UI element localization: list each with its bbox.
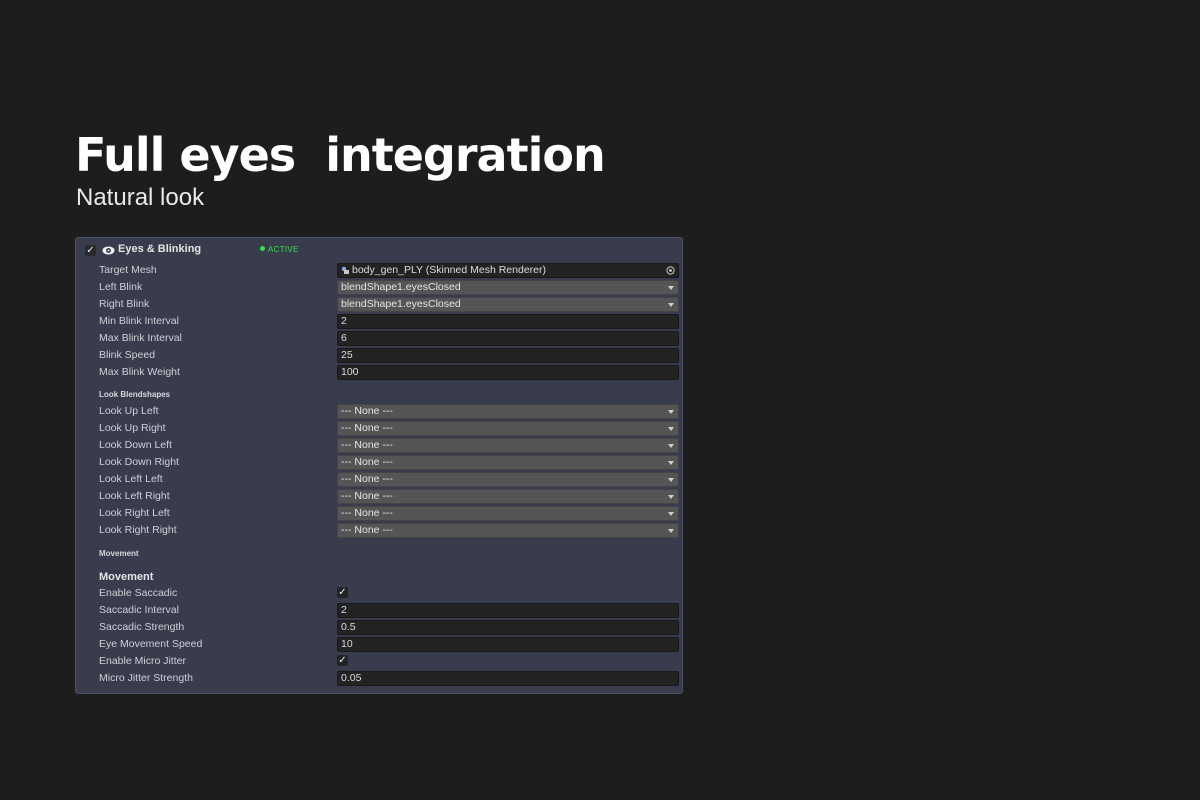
row-look-right-left: Look Right Left --- None ---	[76, 505, 682, 522]
hero-title: Full eyes integration	[75, 128, 606, 182]
row-max-blink-weight: Max Blink Weight 100	[76, 364, 682, 381]
dropdown-value: --- None ---	[341, 456, 393, 468]
row-label: Max Blink Interval	[99, 332, 182, 344]
blink-speed-input[interactable]: 25	[337, 348, 679, 363]
look-right-left-dropdown[interactable]: --- None ---	[337, 506, 679, 521]
component-enabled-checkbox[interactable]: ✓	[85, 245, 96, 256]
chevron-down-icon	[668, 444, 674, 448]
eyes-blinking-panel: ✓ Eyes & Blinking ACTIVE Target Mesh bod…	[75, 237, 683, 694]
row-enable-saccadic: Enable Saccadic ✓	[76, 585, 682, 602]
row-look-left-right: Look Left Right --- None ---	[76, 488, 682, 505]
row-max-blink-interval: Max Blink Interval 6	[76, 330, 682, 347]
status-dot-icon	[260, 246, 265, 251]
eye-icon	[102, 246, 115, 255]
look-down-right-dropdown[interactable]: --- None ---	[337, 455, 679, 470]
target-mesh-value: body_gen_PLY (Skinned Mesh Renderer)	[352, 264, 546, 276]
row-label: Look Down Right	[99, 456, 179, 468]
saccadic-interval-input[interactable]: 2	[337, 603, 679, 618]
row-label: Look Up Left	[99, 405, 159, 417]
chevron-down-icon	[668, 427, 674, 431]
panel-header: ✓ Eyes & Blinking ACTIVE	[76, 238, 682, 263]
chevron-down-icon	[668, 461, 674, 465]
row-right-blink: Right Blink blendShape1.eyesClosed	[76, 296, 682, 313]
look-up-left-dropdown[interactable]: --- None ---	[337, 404, 679, 419]
row-label: Blink Speed	[99, 349, 156, 361]
dropdown-value: --- None ---	[341, 439, 393, 451]
row-min-blink-interval: Min Blink Interval 2	[76, 313, 682, 330]
chevron-down-icon	[668, 512, 674, 516]
row-label: Min Blink Interval	[99, 315, 179, 327]
max-blink-weight-input[interactable]: 100	[337, 365, 679, 380]
row-label: Enable Saccadic	[99, 587, 178, 599]
row-look-down-right: Look Down Right --- None ---	[76, 454, 682, 471]
row-label: Eye Movement Speed	[99, 638, 203, 650]
row-label: Look Left Left	[99, 473, 163, 485]
status-badge: ACTIVE	[260, 245, 299, 254]
object-picker-icon[interactable]	[666, 266, 675, 275]
dropdown-value: --- None ---	[341, 473, 393, 485]
row-label: Right Blink	[99, 298, 150, 310]
left-blink-dropdown[interactable]: blendShape1.eyesClosed	[337, 280, 679, 295]
chevron-down-icon	[668, 478, 674, 482]
row-label: Look Left Right	[99, 490, 170, 502]
look-right-right-dropdown[interactable]: --- None ---	[337, 523, 679, 538]
row-look-up-left: Look Up Left --- None ---	[76, 403, 682, 420]
enable-micro-jitter-checkbox[interactable]: ✓	[337, 655, 348, 666]
status-text: ACTIVE	[268, 245, 299, 254]
dropdown-value: --- None ---	[341, 507, 393, 519]
eye-movement-speed-input[interactable]: 10	[337, 637, 679, 652]
row-label: Micro Jitter Strength	[99, 672, 193, 684]
max-blink-interval-input[interactable]: 6	[337, 331, 679, 346]
dropdown-value: blendShape1.eyesClosed	[341, 298, 461, 310]
row-label: Look Down Left	[99, 439, 172, 451]
row-look-down-left: Look Down Left --- None ---	[76, 437, 682, 454]
micro-jitter-strength-input[interactable]: 0.05	[337, 671, 679, 686]
look-blendshapes-heading: Look Blendshapes	[99, 390, 171, 399]
panel-title: Eyes & Blinking	[118, 243, 202, 255]
skinned-mesh-icon	[341, 266, 349, 274]
row-blink-speed: Blink Speed 25	[76, 347, 682, 364]
chevron-down-icon	[668, 303, 674, 307]
row-label: Look Up Right	[99, 422, 166, 434]
row-look-up-right: Look Up Right --- None ---	[76, 420, 682, 437]
row-saccadic-interval: Saccadic Interval 2	[76, 602, 682, 619]
movement-section-heading-small: Movement	[99, 549, 139, 558]
chevron-down-icon	[668, 529, 674, 533]
min-blink-interval-input[interactable]: 2	[337, 314, 679, 329]
chevron-down-icon	[668, 410, 674, 414]
dropdown-value: --- None ---	[341, 524, 393, 536]
row-left-blink: Left Blink blendShape1.eyesClosed	[76, 279, 682, 296]
dropdown-value: --- None ---	[341, 422, 393, 434]
look-down-left-dropdown[interactable]: --- None ---	[337, 438, 679, 453]
look-up-right-dropdown[interactable]: --- None ---	[337, 421, 679, 436]
row-micro-jitter-strength: Micro Jitter Strength 0.05	[76, 670, 682, 687]
row-label: Look Right Left	[99, 507, 170, 519]
chevron-down-icon	[668, 495, 674, 499]
row-enable-micro-jitter: Enable Micro Jitter ✓	[76, 653, 682, 670]
dropdown-value: --- None ---	[341, 490, 393, 502]
dropdown-value: blendShape1.eyesClosed	[341, 281, 461, 293]
hero-subtitle: Natural look	[76, 184, 205, 211]
row-target-mesh: Target Mesh body_gen_PLY (Skinned Mesh R…	[76, 262, 682, 279]
movement-section-heading: Movement	[99, 571, 154, 583]
row-label: Target Mesh	[99, 264, 157, 276]
row-look-left-left: Look Left Left --- None ---	[76, 471, 682, 488]
enable-saccadic-checkbox[interactable]: ✓	[337, 587, 348, 598]
row-label: Enable Micro Jitter	[99, 655, 186, 667]
look-left-right-dropdown[interactable]: --- None ---	[337, 489, 679, 504]
right-blink-dropdown[interactable]: blendShape1.eyesClosed	[337, 297, 679, 312]
row-label: Saccadic Strength	[99, 621, 185, 633]
row-label: Max Blink Weight	[99, 366, 180, 378]
row-label: Saccadic Interval	[99, 604, 179, 616]
row-look-right-right: Look Right Right --- None ---	[76, 522, 682, 539]
row-saccadic-strength: Saccadic Strength 0.5	[76, 619, 682, 636]
row-eye-movement-speed: Eye Movement Speed 10	[76, 636, 682, 653]
chevron-down-icon	[668, 286, 674, 290]
saccadic-strength-input[interactable]: 0.5	[337, 620, 679, 635]
target-mesh-field[interactable]: body_gen_PLY (Skinned Mesh Renderer)	[337, 263, 679, 278]
row-label: Look Right Right	[99, 524, 177, 536]
look-left-left-dropdown[interactable]: --- None ---	[337, 472, 679, 487]
row-label: Left Blink	[99, 281, 143, 293]
dropdown-value: --- None ---	[341, 405, 393, 417]
